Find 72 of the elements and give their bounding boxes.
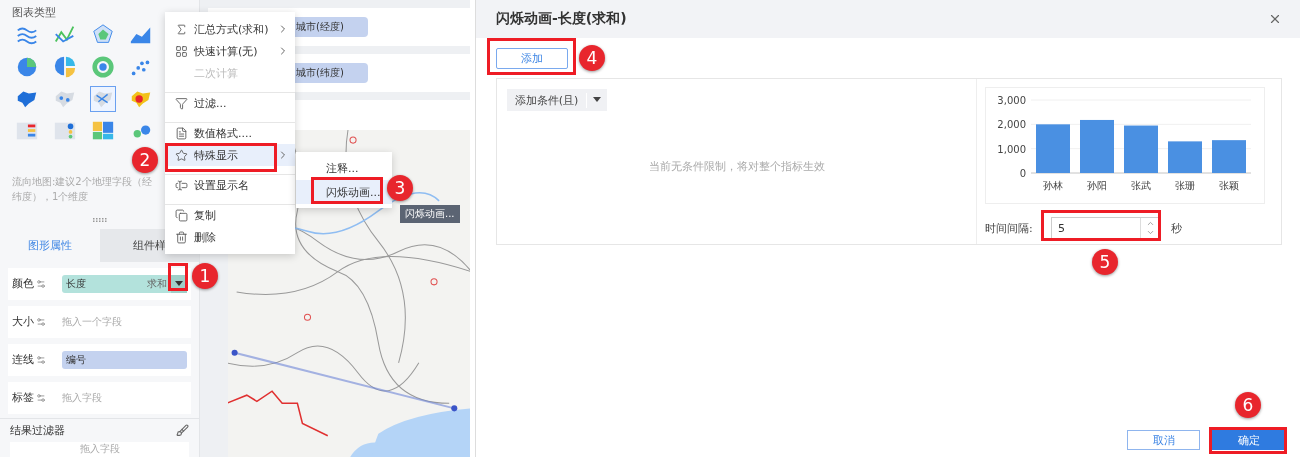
settings-icon[interactable] <box>36 278 46 289</box>
brush-icon[interactable] <box>176 423 189 437</box>
y-tick-label: 1,000 <box>997 143 1026 155</box>
menu-item[interactable]: 设置显示名 <box>165 174 295 196</box>
menu-item[interactable]: 过滤... <box>165 92 295 114</box>
unit-label: 秒 <box>1171 220 1182 236</box>
drop-field[interactable]: 颜色 长度 求和 <box>8 267 191 300</box>
drop-field[interactable]: 连线 编号 <box>8 343 191 376</box>
chevron-down-icon[interactable] <box>1146 228 1155 237</box>
y-tick-label: 0 <box>1019 168 1026 179</box>
add-condition-button[interactable]: 添加条件(且) <box>507 89 607 111</box>
chart-type-button[interactable] <box>52 54 78 80</box>
property-label: 颜色 <box>12 276 34 292</box>
hint-text: 纬度），1个维度 <box>12 190 90 204</box>
y-tick-label: 3,000 <box>997 95 1026 106</box>
add-button[interactable]: 添加 <box>496 48 568 69</box>
close-icon[interactable] <box>1268 12 1282 26</box>
settings-icon[interactable] <box>36 354 46 365</box>
property-label: 连线 <box>12 352 34 368</box>
copy-icon <box>175 209 188 222</box>
step-badge: 6 <box>1235 392 1261 418</box>
bar <box>1124 125 1158 173</box>
field-pill[interactable]: 长度 求和 <box>62 274 187 293</box>
settings-icon[interactable] <box>36 392 46 403</box>
menu-item[interactable]: 数值格式.... <box>165 122 295 144</box>
bar <box>1080 119 1114 173</box>
property-label: 标签 <box>12 390 34 406</box>
interval-label: 时间间隔: <box>985 220 1034 236</box>
dialog-button[interactable]: 取消 <box>1127 430 1200 450</box>
step-badge: 4 <box>579 45 605 71</box>
step-badge: 5 <box>1092 249 1118 275</box>
settings-icon[interactable] <box>36 316 46 327</box>
document-icon <box>175 127 188 140</box>
bar <box>1036 124 1070 173</box>
highlight-frame <box>311 177 383 204</box>
drop-field[interactable]: 标签 拖入字段 <box>8 381 191 414</box>
caret-icon[interactable] <box>175 280 183 287</box>
star-icon <box>175 148 188 162</box>
x-tick-label: 张颖 <box>1219 180 1239 191</box>
field-pill[interactable]: 编号 <box>62 350 187 369</box>
dialog-button[interactable]: 确定 <box>1212 430 1285 450</box>
drop-placeholder: 拖入字段 <box>62 390 102 405</box>
x-tick-label: 孙阳 <box>1087 180 1107 191</box>
delete-icon <box>175 230 188 244</box>
bar <box>1168 141 1202 173</box>
grip-icon <box>92 218 107 222</box>
x-tick-label: 张珊 <box>1175 180 1195 191</box>
dialog-title: 闪烁动画-长度(求和) <box>496 10 627 28</box>
empty-message: 当前无条件限制，将对整个指标生效 <box>648 159 825 174</box>
sigma-icon <box>175 22 188 36</box>
y-tick-label: 2,000 <box>997 119 1026 131</box>
section-title: 图表类型 <box>12 6 57 19</box>
hint-text: 流向地图:建议2个地理字段（经 <box>12 175 153 189</box>
x-tick-label: 孙林 <box>1043 180 1063 191</box>
chart-type-button[interactable] <box>90 86 116 112</box>
menu-item[interactable]: 复制 <box>165 204 295 226</box>
x-tick-label: 张武 <box>1131 180 1151 191</box>
chart-type-icon <box>91 55 115 79</box>
chart-type-icon <box>15 55 39 79</box>
number-input[interactable]: 5 <box>1051 217 1161 239</box>
filter-icon <box>175 97 188 110</box>
chevron-up-icon[interactable] <box>1146 219 1155 228</box>
highlight-frame <box>168 263 188 291</box>
tooltip: 闪烁动画... <box>400 205 460 223</box>
property-label: 大小 <box>12 314 34 330</box>
menu-item[interactable]: 快速计算(无) <box>165 40 295 62</box>
bar <box>1212 140 1246 173</box>
filter-title: 结果过滤器 <box>10 422 65 438</box>
text-cursor-icon <box>175 179 188 192</box>
chart-type-icon <box>53 55 77 79</box>
grid-icon <box>175 44 188 58</box>
chart-type-button[interactable] <box>90 54 116 80</box>
